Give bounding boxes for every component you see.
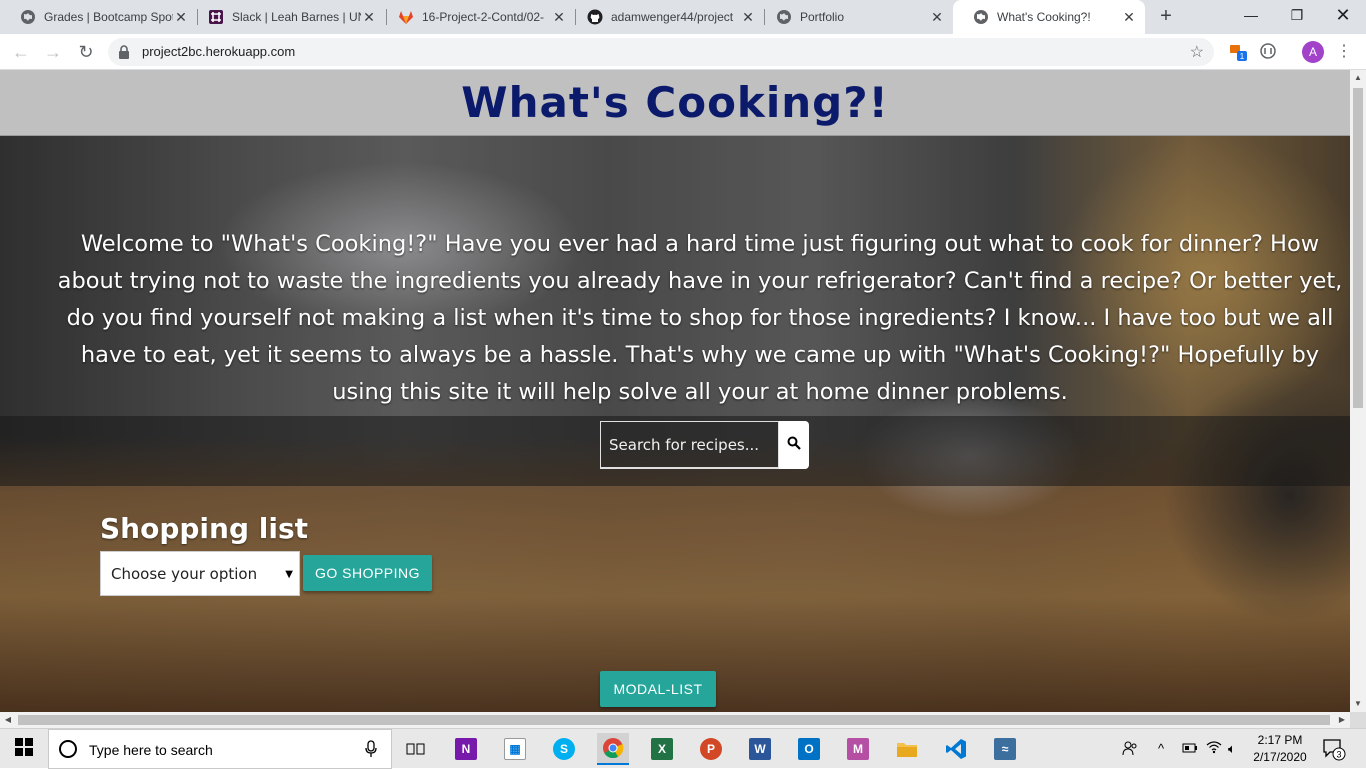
show-hidden-icons-icon[interactable]: ^ [1158, 741, 1164, 756]
extension-badge: 1 [1240, 52, 1245, 61]
start-button[interactable] [0, 729, 48, 769]
profile-avatar[interactable]: A [1302, 41, 1324, 63]
horizontal-scroll-thumb[interactable] [18, 715, 1330, 725]
globe-icon [20, 9, 36, 25]
clock-time: 2:17 PM [1257, 733, 1303, 747]
tab-title: Grades | Bootcamp Spot [44, 10, 173, 24]
word-icon[interactable]: W [744, 733, 776, 765]
lock-icon [118, 45, 130, 64]
tab-close-icon[interactable]: ✕ [740, 9, 756, 25]
windows-logo-icon [15, 737, 33, 761]
tab-github[interactable]: adamwenger44/project ✕ [567, 0, 764, 34]
modal-list-button[interactable]: MODAL-LIST [600, 671, 716, 707]
page-viewport: What's Cooking?! Welcome to "What's Cook… [0, 70, 1350, 712]
search-icon [787, 436, 801, 455]
vscode-icon[interactable] [940, 733, 972, 765]
scroll-down-icon[interactable]: ▼ [1350, 696, 1366, 712]
store-icon[interactable]: ▦ [499, 733, 531, 765]
task-view-icon[interactable] [400, 733, 432, 765]
clock-date: 2/17/2020 [1253, 750, 1307, 764]
tab-close-icon[interactable]: ✕ [929, 9, 945, 25]
onenote-icon[interactable]: N [450, 733, 482, 765]
scroll-right-icon[interactable]: ▶ [1334, 712, 1350, 728]
shopping-list-title: Shopping list [100, 512, 308, 545]
gitlab-icon [398, 9, 414, 25]
address-bar[interactable]: project2bc.herokuapp.com ☆ [108, 38, 1214, 66]
battery-icon[interactable] [1182, 742, 1198, 757]
globe-icon [973, 9, 989, 25]
close-window-button[interactable]: ✕ [1320, 0, 1366, 32]
new-tab-button[interactable]: + [1155, 5, 1177, 27]
extension-circle-icon[interactable] [1259, 42, 1277, 65]
scrollbar-corner [1350, 712, 1366, 728]
browser-menu-icon[interactable]: ⋮ [1336, 40, 1352, 64]
back-button[interactable]: ← [8, 39, 34, 65]
outlook-icon[interactable]: O [793, 733, 825, 765]
url-text: project2bc.herokuapp.com [142, 44, 296, 59]
restore-button[interactable]: ❐ [1274, 0, 1320, 32]
forward-button[interactable]: → [40, 39, 66, 65]
windows-taskbar: Type here to search N ▦ S X P W O M ≈ ^ … [0, 728, 1366, 769]
github-icon [587, 9, 603, 25]
tab-close-icon[interactable]: ✕ [551, 9, 567, 25]
skype-icon[interactable]: S [548, 733, 580, 765]
bookmark-star-icon[interactable]: ☆ [1190, 42, 1204, 62]
go-shopping-button[interactable]: GO SHOPPING [303, 555, 432, 591]
globe-icon [776, 9, 792, 25]
excel-icon[interactable]: X [646, 733, 678, 765]
file-explorer-icon[interactable] [891, 733, 923, 765]
tab-gitlab[interactable]: 16-Project-2-Contd/02- ✕ [378, 0, 575, 34]
tab-close-icon[interactable]: ✕ [1121, 9, 1137, 25]
chrome-icon[interactable] [597, 733, 629, 765]
people-icon[interactable] [1122, 740, 1138, 759]
tab-portfolio[interactable]: Portfolio ✕ [756, 0, 953, 34]
tab-grades[interactable]: Grades | Bootcamp Spot ✕ [0, 0, 197, 34]
recipe-search-input[interactable] [600, 421, 779, 469]
tab-title: adamwenger44/project [611, 10, 734, 24]
tab-close-icon[interactable]: ✕ [361, 9, 377, 25]
notification-count: 3 [1336, 750, 1341, 760]
mathway-icon[interactable]: M [842, 733, 874, 765]
taskbar-search[interactable]: Type here to search [48, 729, 392, 769]
scroll-up-icon[interactable]: ▲ [1350, 70, 1366, 86]
vertical-scroll-thumb[interactable] [1353, 88, 1363, 408]
recipe-search [600, 421, 809, 469]
browser-tab-strip: Grades | Bootcamp Spot ✕ Slack | Leah Ba… [0, 0, 1366, 34]
mysql-workbench-icon[interactable]: ≈ [989, 733, 1021, 765]
tab-close-icon[interactable]: ✕ [173, 9, 189, 25]
powerpoint-icon[interactable]: P [695, 733, 727, 765]
intro-text: Welcome to "What's Cooking!?" Have you e… [57, 231, 1343, 405]
wifi-icon[interactable] [1206, 740, 1222, 757]
scroll-left-icon[interactable]: ◀ [0, 712, 16, 728]
minimize-button[interactable]: — [1228, 0, 1274, 32]
shopping-select-value: Choose your option [111, 565, 258, 583]
tab-title: 16-Project-2-Contd/02- [422, 10, 545, 24]
tab-title: What's Cooking?! [997, 10, 1091, 24]
tab-title: Slack | Leah Barnes | UNCC [232, 10, 361, 24]
reload-button[interactable]: ↻ [73, 39, 99, 65]
slack-icon [208, 9, 224, 25]
site-header: What's Cooking?! [0, 70, 1350, 136]
taskbar-search-placeholder: Type here to search [89, 742, 213, 758]
system-clock[interactable]: 2:17 PM 2/17/2020 [1250, 732, 1310, 766]
vertical-scrollbar[interactable]: ▲ ▼ [1350, 70, 1366, 712]
extension-icon[interactable]: 1 [1228, 42, 1248, 67]
tab-slack[interactable]: Slack | Leah Barnes | UNCC ✕ [188, 0, 385, 34]
dropdown-caret-icon: ▼ [285, 569, 293, 580]
tab-title: Portfolio [800, 10, 845, 24]
shopping-list-select[interactable]: Choose your option ▼ [100, 551, 300, 596]
site-title: What's Cooking?! [461, 78, 889, 127]
microphone-icon[interactable] [365, 740, 377, 763]
search-button[interactable] [779, 421, 809, 469]
cortana-icon [59, 740, 77, 758]
tab-whats-cooking[interactable]: What's Cooking?! ✕ [953, 0, 1145, 34]
action-center-icon[interactable]: 3 [1322, 737, 1346, 761]
browser-toolbar: ← → ↻ project2bc.herokuapp.com ☆ 1 A ⋮ [0, 34, 1366, 70]
horizontal-scrollbar[interactable]: ◀ ▶ [0, 712, 1350, 728]
volume-icon[interactable]: 🔈︎ [1228, 741, 1236, 757]
